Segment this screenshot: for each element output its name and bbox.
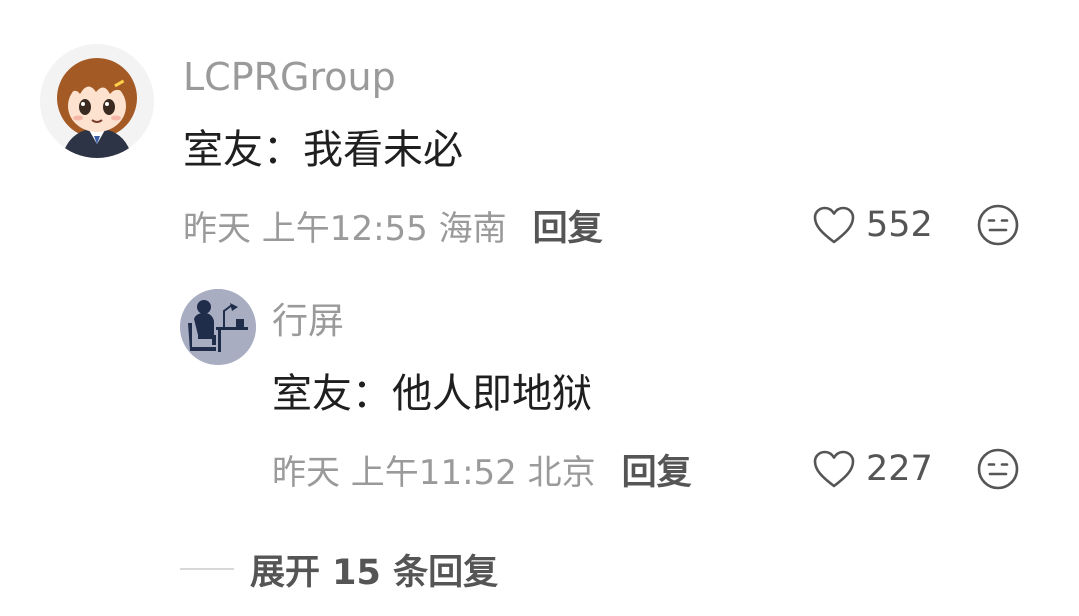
- reply-button[interactable]: 回复: [533, 200, 603, 251]
- dislike-button[interactable]: [976, 447, 1020, 491]
- anime-girl-avatar-icon: [40, 44, 154, 158]
- dislike-button[interactable]: [976, 203, 1020, 247]
- meh-face-icon: [977, 204, 1019, 246]
- reply-meta: 昨天 上午11:52 北京 回复: [272, 444, 692, 494]
- person-at-desk-avatar-icon: [180, 289, 256, 365]
- comment-username[interactable]: LCPRGroup: [183, 53, 396, 101]
- reply-text: 室友：他人即地狱: [272, 371, 592, 417]
- reply-username[interactable]: 行屏: [272, 299, 344, 345]
- reply-timestamp-location: 昨天 上午11:52 北京: [272, 452, 596, 493]
- comment-text: 室友：我看未必: [183, 127, 463, 173]
- heart-icon: [813, 206, 855, 244]
- reply-button[interactable]: 回复: [622, 444, 692, 495]
- like-button[interactable]: 552: [812, 200, 933, 250]
- meh-face-icon: [977, 448, 1019, 490]
- expand-replies-label: 展开 15 条回复: [250, 552, 499, 593]
- comment-timestamp-location: 昨天 上午12:55 海南: [183, 208, 507, 249]
- comment-avatar[interactable]: [40, 44, 154, 158]
- like-count: 552: [866, 205, 933, 245]
- like-button[interactable]: 227: [812, 444, 933, 494]
- like-count: 227: [866, 449, 933, 489]
- expand-replies-button[interactable]: 展开 15 条回复: [180, 544, 498, 594]
- comment-meta: 昨天 上午12:55 海南 回复: [183, 200, 603, 250]
- reply-avatar[interactable]: [180, 289, 256, 365]
- divider-line: [180, 568, 234, 570]
- heart-icon: [813, 450, 855, 488]
